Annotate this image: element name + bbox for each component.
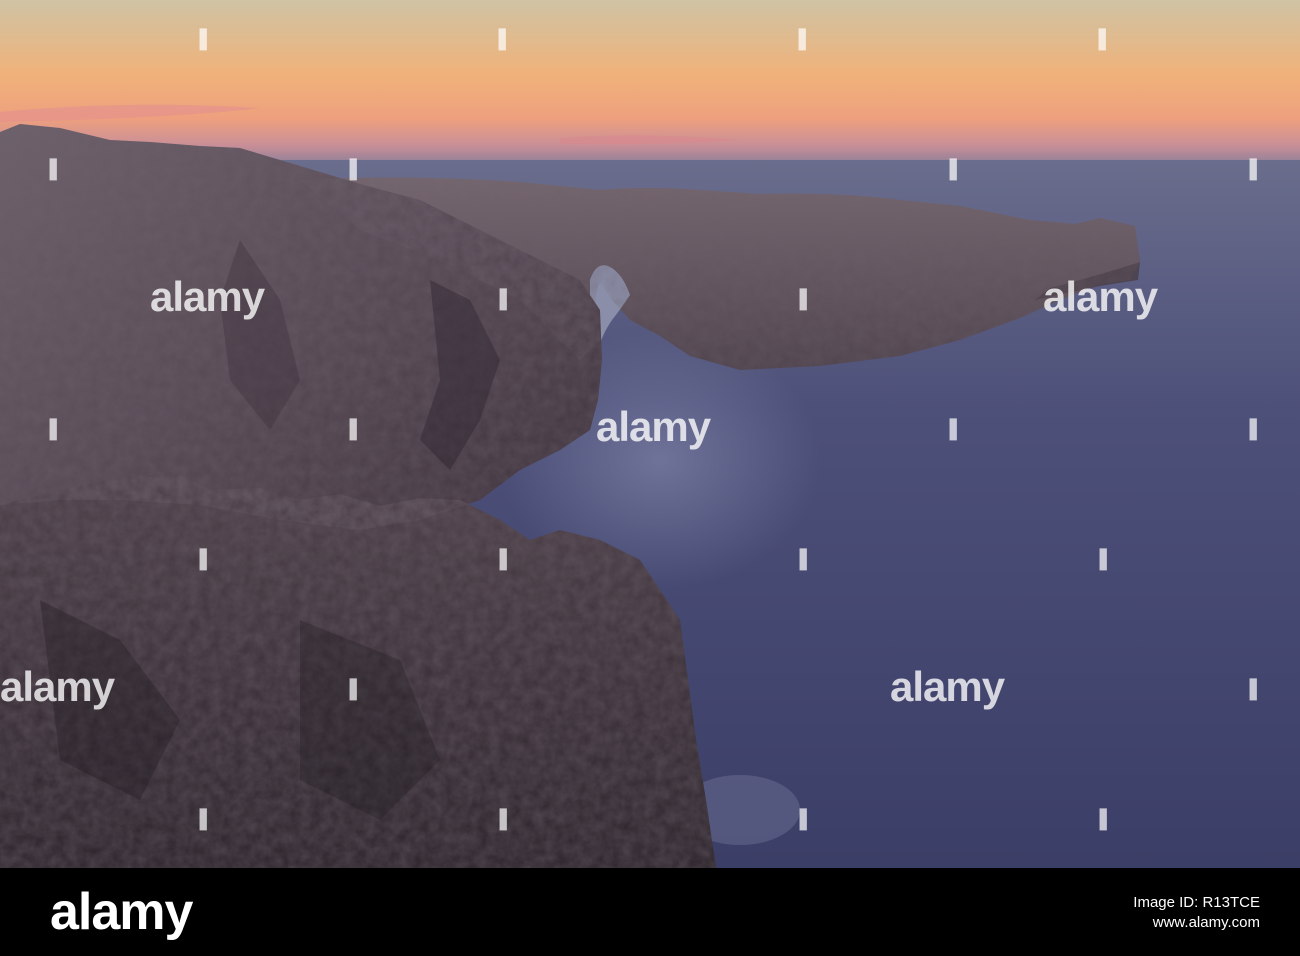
watermark-tick: ❚ (1093, 28, 1111, 50)
watermark: alamy (596, 403, 711, 450)
watermark-tick: ❚ (944, 158, 962, 180)
watermark-tick: ❚ (194, 808, 212, 830)
watermark-tick: ❚ (1094, 548, 1112, 570)
watermark-tick: ❚ (494, 548, 512, 570)
watermark-tick: ❚ (944, 418, 962, 440)
watermark-tick: ❚ (344, 678, 362, 700)
watermark-tick: ❚ (794, 548, 812, 570)
watermark: alamy (1043, 273, 1158, 320)
site-url-text[interactable]: www.alamy.com (1133, 913, 1260, 933)
watermark-tick: ❚ (794, 808, 812, 830)
watermark-tick: ❚ (194, 548, 212, 570)
watermark-tick: ❚ (344, 158, 362, 180)
watermark-tick: ❚ (1244, 678, 1262, 700)
image-id-block: Image ID: R13TCE www.alamy.com (1133, 893, 1260, 933)
watermark-tick: ❚ (1094, 808, 1112, 830)
footer-logo[interactable]: alamy (50, 886, 193, 938)
landscape-photo: alamy alamy alamy alamy alamy ❚ ❚ ❚ ❚ ❚ … (0, 0, 1300, 868)
watermark-tick: ❚ (494, 808, 512, 830)
footer-bar: alamy Image ID: R13TCE www.alamy.com (0, 868, 1300, 956)
watermark: alamy (150, 273, 265, 320)
watermark: alamy (890, 663, 1005, 710)
watermark-tick: ❚ (44, 418, 62, 440)
watermark-tick: ❚ (1244, 158, 1262, 180)
stock-photo-frame: alamy alamy alamy alamy alamy ❚ ❚ ❚ ❚ ❚ … (0, 0, 1300, 956)
image-id-text: Image ID: R13TCE (1133, 894, 1260, 911)
watermark-tick: ❚ (794, 288, 812, 310)
watermark-tick: ❚ (494, 288, 512, 310)
watermark-tick: ❚ (493, 28, 511, 50)
watermark-tick: ❚ (194, 28, 212, 50)
watermark-tick: ❚ (44, 158, 62, 180)
watermark-tick: ❚ (344, 418, 362, 440)
watermark-tick: ❚ (793, 28, 811, 50)
watermark: alamy (0, 663, 115, 710)
watermark-tick: ❚ (1244, 418, 1262, 440)
